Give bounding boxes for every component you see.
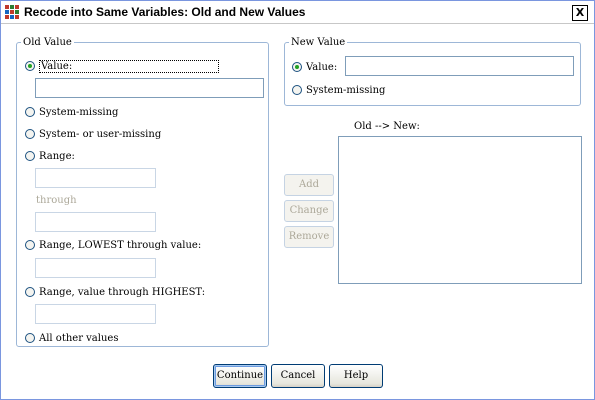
old-system-missing-label: System-missing	[39, 106, 119, 118]
close-button[interactable]: X	[572, 5, 588, 21]
old-range-lowest-radio-button[interactable]	[25, 240, 35, 250]
old-range-highest-label: Range, value through HIGHEST:	[39, 286, 206, 298]
help-button[interactable]: Help	[329, 364, 383, 388]
old-new-listbox[interactable]	[338, 136, 582, 284]
old-value-radio[interactable]: Value:	[25, 58, 220, 74]
new-value-legend: New Value	[291, 37, 346, 48]
new-value-input[interactable]	[345, 56, 574, 76]
range-to-input[interactable]	[35, 212, 156, 232]
spss-app-icon	[5, 5, 20, 20]
old-range-lowest-radio[interactable]: Range, LOWEST through value:	[25, 237, 201, 253]
old-range-radio[interactable]: Range:	[25, 148, 75, 164]
continue-button[interactable]: Continue	[213, 364, 267, 388]
old-new-list-label: Old --> New:	[354, 121, 420, 132]
dialog-body: Old Value Value: System-missing System- …	[1, 24, 594, 399]
title-bar[interactable]: Recode into Same Variables: Old and New …	[1, 1, 594, 24]
old-all-other-label: All other values	[39, 332, 119, 344]
old-system-or-user-missing-label: System- or user-missing	[39, 128, 162, 140]
old-range-radio-button[interactable]	[25, 151, 35, 161]
window-title: Recode into Same Variables: Old and New …	[24, 5, 306, 19]
old-range-highest-radio[interactable]: Range, value through HIGHEST:	[25, 284, 205, 300]
old-value-input[interactable]	[35, 78, 264, 98]
dialog-window: Recode into Same Variables: Old and New …	[0, 0, 595, 400]
new-system-missing-radio[interactable]: System-missing	[292, 82, 385, 98]
old-range-highest-radio-button[interactable]	[25, 287, 35, 297]
old-all-other-radio[interactable]: All other values	[25, 330, 118, 346]
change-button[interactable]: Change	[284, 200, 334, 222]
through-label: through	[36, 195, 77, 206]
range-lowest-input[interactable]	[35, 258, 156, 278]
old-system-or-user-missing-radio-button[interactable]	[25, 129, 35, 139]
old-system-missing-radio-button[interactable]	[25, 107, 35, 117]
new-system-missing-radio-button[interactable]	[292, 85, 302, 95]
old-value-legend: Old Value	[23, 37, 72, 48]
old-value-radio-label: Value:	[39, 59, 220, 73]
remove-button[interactable]: Remove	[284, 226, 334, 248]
old-system-missing-radio[interactable]: System-missing	[25, 104, 118, 120]
cancel-button[interactable]: Cancel	[271, 364, 325, 388]
old-system-or-user-missing-radio[interactable]: System- or user-missing	[25, 126, 161, 142]
old-range-label: Range:	[39, 150, 75, 162]
new-value-radio-button[interactable]	[292, 62, 302, 72]
range-from-input[interactable]	[35, 168, 156, 188]
new-system-missing-label: System-missing	[306, 84, 386, 96]
add-button[interactable]: Add	[284, 174, 334, 196]
new-value-radio-label: Value:	[306, 61, 338, 73]
old-value-radio-button[interactable]	[25, 61, 35, 71]
old-all-other-radio-button[interactable]	[25, 333, 35, 343]
old-range-lowest-label: Range, LOWEST through value:	[39, 239, 202, 251]
range-highest-input[interactable]	[35, 304, 156, 324]
new-value-radio[interactable]: Value:	[292, 59, 337, 75]
